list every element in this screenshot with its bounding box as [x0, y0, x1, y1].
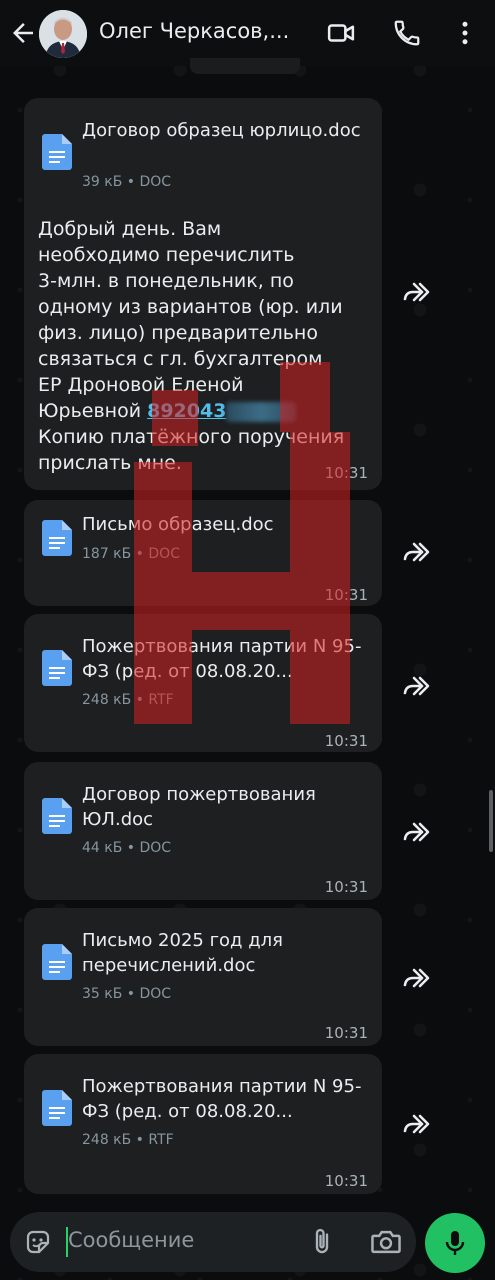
file-attachment[interactable]: Пожертвования партии N 95-ФЗ (ред. от 08… [40, 1068, 370, 1148]
message-time: 10:31 [324, 878, 368, 896]
back-arrow-icon[interactable] [8, 18, 38, 48]
message-bubble[interactable]: Пожертвования партии N 95-ФЗ (ред. от 08… [24, 1054, 382, 1194]
message-time: 10:31 [324, 732, 368, 750]
scrollbar-thumb[interactable] [489, 790, 493, 852]
file-name: Договор пожертвования ЮЛ.doc [82, 784, 316, 830]
document-icon [42, 1090, 72, 1126]
message-bubble[interactable]: Договор пожертвования ЮЛ.doc 44 кБ • DOC… [24, 762, 382, 900]
phone-icon[interactable] [392, 18, 422, 48]
forward-icon[interactable] [400, 816, 432, 848]
forward-icon[interactable] [400, 670, 432, 702]
file-name: Пожертвования партии N 95-ФЗ (ред. от 08… [82, 636, 362, 682]
file-meta: 248 кБ • RTF [82, 1132, 174, 1148]
forward-icon[interactable] [400, 536, 432, 568]
attach-icon[interactable] [307, 1227, 337, 1257]
message-bubble[interactable]: Письмо 2025 год для перечислений.doc 35 … [24, 908, 382, 1046]
message-time: 10:31 [324, 1172, 368, 1190]
message-bubble[interactable]: Договор образец юрлицо.doc 39 кБ • DOC Д… [24, 98, 382, 490]
message-text: Добрый день. Вам необходимо перечислить … [38, 218, 345, 474]
chat-header: Олег Черкасов,... [0, 0, 495, 66]
message-bubble[interactable]: Пожертвования партии N 95-ФЗ (ред. от 08… [24, 614, 382, 752]
file-name: Договор образец юрлицо.doc [82, 120, 361, 141]
date-separator [190, 58, 300, 74]
file-attachment[interactable]: Письмо образец.doc 187 кБ • DOC [40, 506, 370, 586]
file-attachment[interactable]: Договор образец юрлицо.doc 39 кБ • DOC [40, 112, 370, 192]
file-meta: 44 кБ • DOC [82, 840, 172, 856]
forward-icon[interactable] [400, 276, 432, 308]
document-icon [42, 134, 72, 170]
message-time: 10:31 [324, 464, 368, 482]
redacted-blur [226, 401, 297, 422]
phone-link[interactable]: 892043 [147, 400, 226, 422]
voice-message-button[interactable] [425, 1213, 485, 1273]
forward-icon[interactable] [400, 1108, 432, 1140]
message-time: 10:31 [324, 586, 368, 604]
document-icon [42, 650, 72, 686]
document-icon [42, 520, 72, 556]
forward-icon[interactable] [400, 962, 432, 994]
file-attachment[interactable]: Письмо 2025 год для перечислений.doc 35 … [40, 922, 370, 1002]
file-name: Пожертвования партии N 95-ФЗ (ред. от 08… [82, 1076, 362, 1122]
avatar[interactable] [39, 10, 87, 58]
file-name: Письмо 2025 год для перечислений.doc [82, 930, 283, 976]
file-meta: 248 кБ • RTF [82, 692, 174, 708]
sticker-emoji-icon[interactable] [24, 1228, 52, 1256]
contact-name[interactable]: Олег Черкасов,... [99, 19, 299, 43]
more-vert-icon[interactable] [450, 18, 480, 48]
file-meta: 35 кБ • DOC [82, 986, 172, 1002]
message-bubble[interactable]: Письмо образец.doc 187 кБ • DOC 10:31 [24, 500, 382, 606]
document-icon [42, 798, 72, 834]
document-icon [42, 944, 72, 980]
file-meta: 187 кБ • DOC [82, 546, 180, 562]
file-attachment[interactable]: Договор пожертвования ЮЛ.doc 44 кБ • DOC [40, 776, 370, 856]
message-composer[interactable]: Сообщение [10, 1212, 416, 1272]
microphone-icon [445, 1231, 465, 1255]
message-time: 10:31 [324, 1024, 368, 1042]
message-input[interactable]: Сообщение [68, 1228, 194, 1252]
video-call-icon[interactable] [326, 18, 356, 48]
file-meta: 39 кБ • DOC [82, 174, 172, 190]
file-name: Письмо образец.doc [82, 514, 274, 535]
camera-icon[interactable] [370, 1227, 402, 1257]
file-attachment[interactable]: Пожертвования партии N 95-ФЗ (ред. от 08… [40, 628, 370, 708]
